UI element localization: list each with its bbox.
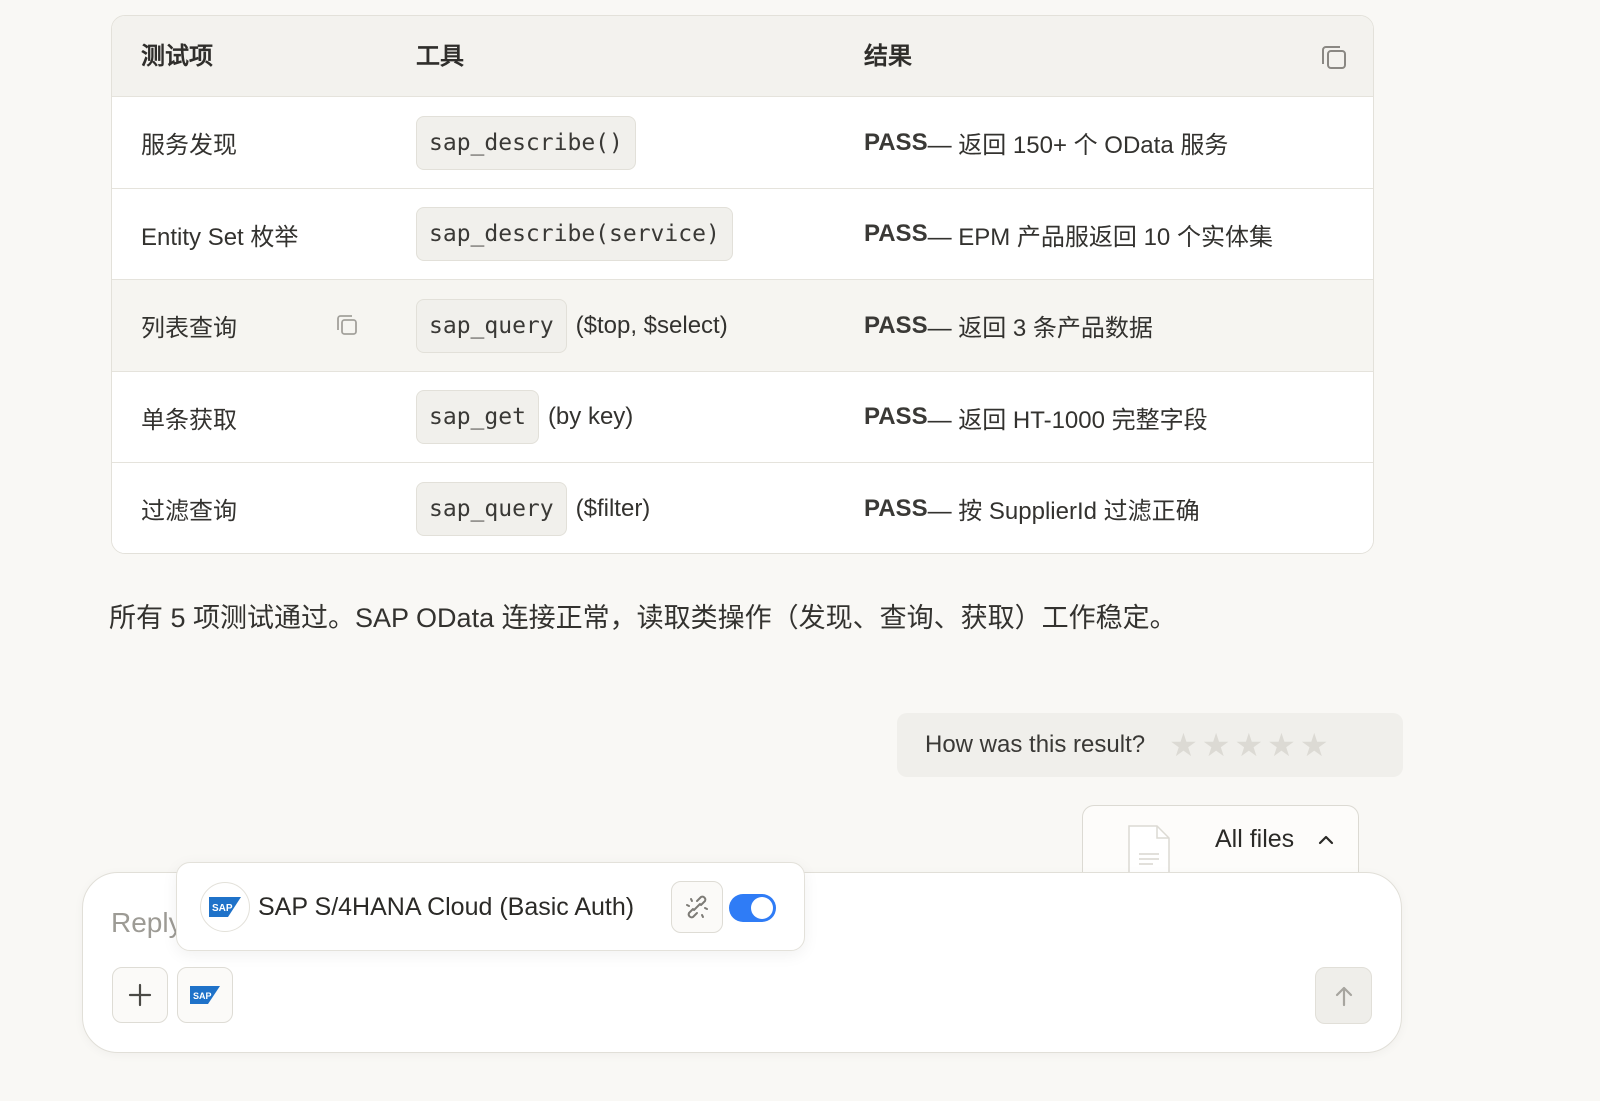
table-row: 服务发现 sap_describe() PASS — 返回 150+ 个 ODa… (112, 97, 1373, 189)
table-row: Entity Set 枚举 sap_describe(service) PASS… (112, 188, 1373, 280)
header-result: 结果 (864, 43, 912, 70)
connector-name: SAP S/4HANA Cloud (Basic Auth) (258, 893, 635, 921)
tool-args: ($filter) (575, 494, 651, 522)
document-icon (1125, 822, 1173, 878)
star-icon[interactable]: ★ (1202, 729, 1231, 761)
rating-prompt: How was this result? (925, 731, 1146, 758)
row-item: 单条获取 (141, 406, 237, 434)
star-icon[interactable]: ★ (1234, 729, 1263, 761)
table-row: 列表查询 sap_query ($top, $select) PASS — 返回… (112, 280, 1373, 372)
row-item: 服务发现 (141, 132, 237, 159)
tool-args: ($top, $select) (575, 311, 728, 339)
toggle-knob (751, 897, 773, 919)
row-item: Entity Set 枚举 (141, 223, 299, 251)
all-files-label: All files (1215, 825, 1295, 853)
plus-icon (128, 983, 152, 1007)
result-text: — 返回 150+ 个 OData 服务 (927, 132, 1229, 159)
svg-text:SAP: SAP (193, 991, 212, 1001)
tool-args: (by key) (547, 403, 634, 430)
pass-status: PASS (864, 494, 928, 522)
row-item: 列表查询 (141, 315, 237, 342)
result-text: — 按 SupplierId 过滤正确 (927, 498, 1200, 525)
pass-status: PASS (864, 128, 928, 156)
sap-logo-icon: SAP (190, 986, 220, 1004)
results-table: 测试项 工具 结果 服务发现 sap_describe() PASS — 返回 … (111, 15, 1374, 554)
table-row: 过滤查询 sap_query ($filter) PASS — 按 Suppli… (112, 463, 1373, 553)
tool-code: sap_query (416, 481, 567, 536)
disconnect-button[interactable] (671, 881, 723, 933)
tool-code: sap_describe() (416, 115, 636, 170)
add-attachment-button[interactable] (112, 967, 168, 1023)
result-text: — 返回 3 条产品数据 (927, 315, 1153, 342)
star-icon[interactable]: ★ (1267, 729, 1296, 761)
chevron-up-icon (1316, 831, 1336, 849)
header-tool: 工具 (416, 43, 464, 70)
connector-popover: SAP SAP S/4HANA Cloud (Basic Auth) (176, 862, 805, 951)
summary-text: 所有 5 项测试通过。SAP OData 连接正常，读取类操作（发现、查询、获取… (109, 603, 1177, 633)
chat-page: 测试项 工具 结果 服务发现 sap_describe() PASS — 返回 … (0, 0, 1600, 1101)
arrow-up-icon (1335, 986, 1352, 1006)
tool-code: sap_query (416, 298, 567, 353)
copy-cell-icon[interactable] (334, 312, 360, 338)
svg-text:SAP: SAP (212, 903, 233, 914)
table-header: 测试项 工具 结果 (112, 16, 1373, 97)
header-test-item: 测试项 (141, 43, 213, 70)
sap-connector-button[interactable]: SAP (177, 967, 233, 1023)
star-icon[interactable]: ★ (1300, 729, 1329, 761)
table-row: 单条获取 sap_get (by key) PASS — 返回 HT-1000 … (112, 371, 1373, 463)
rating-stars: ★ ★ ★ ★ ★ (1169, 729, 1328, 761)
star-icon[interactable]: ★ (1169, 729, 1198, 761)
sap-logo-icon: SAP (200, 882, 250, 932)
unlink-icon (686, 895, 708, 919)
pass-status: PASS (864, 220, 928, 247)
copy-table-icon[interactable] (1319, 42, 1349, 72)
connector-toggle[interactable] (729, 894, 776, 922)
result-text: — 返回 HT-1000 完整字段 (927, 406, 1208, 434)
pass-status: PASS (864, 403, 928, 430)
result-text: — EPM 产品服返回 10 个实体集 (927, 223, 1273, 251)
send-button[interactable] (1315, 967, 1372, 1024)
row-item: 过滤查询 (141, 498, 237, 525)
tool-code: sap_get (416, 390, 539, 444)
rating-widget: How was this result? ★ ★ ★ ★ ★ (897, 713, 1403, 777)
pass-status: PASS (864, 311, 928, 339)
tool-code: sap_describe(service) (416, 207, 733, 261)
